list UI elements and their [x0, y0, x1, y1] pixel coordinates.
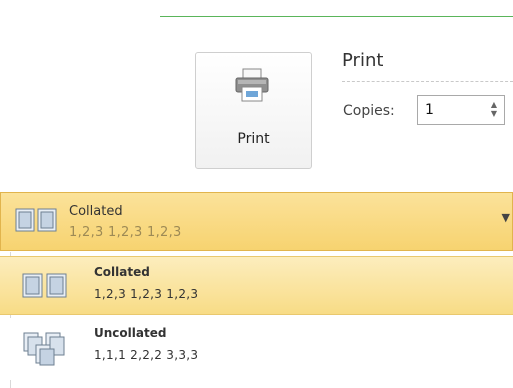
option-collated[interactable]: Collated 1,2,3 1,2,3 1,2,3	[0, 256, 513, 315]
dropdown-selected-title: Collated	[69, 204, 123, 219]
print-button-label: Print	[237, 131, 270, 147]
option-uncollated[interactable]: Uncollated 1,1,1 2,2,2 3,3,3	[0, 318, 513, 380]
copies-stepper[interactable]: 1 ▲ ▼	[417, 95, 505, 125]
dotted-divider	[342, 81, 513, 82]
printer-icon	[235, 68, 269, 102]
option-name: Uncollated	[94, 326, 167, 340]
ribbon-divider-line	[160, 16, 513, 17]
collation-dropdown[interactable]: Collated 1,2,3 1,2,3 1,2,3 ▼	[0, 192, 513, 251]
collated-icon	[15, 208, 57, 232]
uncollated-icon	[23, 332, 65, 366]
collated-icon	[22, 273, 67, 298]
spin-down-icon[interactable]: ▼	[488, 109, 500, 118]
option-name: Collated	[94, 265, 150, 279]
chevron-down-icon[interactable]: ▼	[502, 211, 510, 224]
option-sequence: 1,2,3 1,2,3 1,2,3	[94, 287, 199, 301]
spin-arrows[interactable]: ▲ ▼	[488, 100, 500, 120]
section-title: Print	[342, 50, 384, 71]
print-button[interactable]: Print	[195, 52, 312, 169]
option-sequence: 1,1,1 2,2,2 3,3,3	[94, 348, 199, 362]
copies-value[interactable]: 1	[425, 102, 434, 118]
spin-up-icon[interactable]: ▲	[488, 100, 500, 109]
copies-label: Copies:	[343, 103, 395, 119]
dropdown-selected-sequence: 1,2,3 1,2,3 1,2,3	[69, 225, 182, 240]
